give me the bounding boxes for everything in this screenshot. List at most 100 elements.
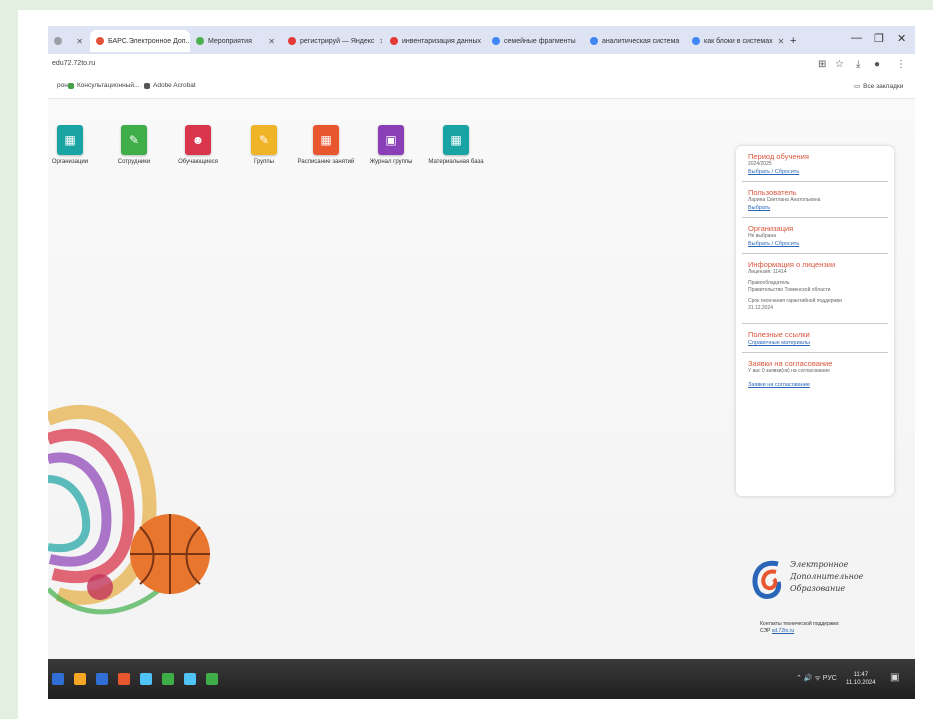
period-value: 2024/2025	[748, 161, 772, 167]
bookmark-item[interactable]: рон	[48, 82, 68, 89]
clock[interactable]: 11:47 11.10.2024	[846, 671, 876, 687]
logo-line-3: Образование	[790, 584, 846, 593]
close-tab-icon[interactable]: ✕	[481, 37, 484, 46]
license-title: Информация о лицензии	[748, 260, 836, 269]
address-bar: edu72.72to.ru ⊞ ☆ ⤓ ● ⋮	[48, 54, 915, 76]
app-tile-label: Сотрудники	[117, 159, 151, 165]
close-window-button[interactable]: ✕	[897, 32, 906, 45]
download-icon[interactable]: ⤓	[856, 59, 860, 70]
close-tab-icon[interactable]: ✕	[576, 37, 582, 46]
clock-time: 11:47	[853, 672, 869, 678]
tab-favicon-icon	[288, 37, 296, 45]
bookmark-label: Консультационный...	[77, 82, 140, 89]
browser-tab[interactable]: семейные фрагменты✕	[486, 30, 582, 52]
approvals-text: У вас 0 заявки(ок) на согласование	[748, 368, 830, 374]
browser-tab[interactable]: ✕	[48, 30, 88, 52]
close-tab-icon[interactable]: ✕	[773, 37, 786, 46]
tab-label: БАРС.Электронное Доп...	[108, 37, 190, 45]
app-tile[interactable]: ▦ Расписание занятий	[296, 125, 356, 166]
app-tile[interactable]: ▦ Материальная база	[426, 125, 486, 166]
support-contacts: Контакты технической поддержки: СЭР sd.7…	[760, 621, 840, 635]
app-tile[interactable]: ✎ Сотрудники	[104, 125, 164, 166]
logo-swirl-icon	[752, 560, 782, 599]
close-tab-icon[interactable]: ✕	[263, 37, 280, 46]
logo-text: Электронное Дополнительное Образование	[790, 559, 863, 595]
period-select-link[interactable]: Выбрать / Сбросить	[748, 168, 888, 176]
bookmark-label: рон	[57, 82, 68, 89]
top-strip	[18, 0, 933, 10]
app-tile[interactable]: ☻ Обучающиеся	[168, 125, 228, 166]
app-tile[interactable]: ▣ Журнал группы	[361, 125, 421, 166]
new-tab-button[interactable]: +	[790, 30, 796, 52]
approvals-title: Заявки на согласование	[748, 359, 833, 368]
decorative-swirl-illustration	[48, 405, 210, 615]
browser-tab[interactable]: аналитическая система✕	[584, 30, 684, 52]
browser-tab[interactable]: Мероприятия ✕	[190, 30, 280, 52]
logo-line-2: Дополнительное	[790, 572, 864, 581]
app-tile-label: Журнал группы	[369, 159, 413, 165]
all-bookmarks-label: Все закладки	[863, 82, 904, 90]
reference-materials-link[interactable]: Справочные материалы	[748, 339, 888, 347]
page-content: ▦ Организации ✎ Сотрудники ☻ Обучающиеся ✎ Груп…	[48, 99, 915, 659]
license-holder: Правительство Тюменской области	[748, 287, 831, 293]
approvals-link[interactable]: Заявки на согласование	[748, 381, 888, 389]
menu-icon[interactable]: ⋮	[896, 59, 906, 70]
taskbar-app-icon[interactable]	[140, 673, 152, 685]
clock-date: 11.10.2024	[846, 680, 876, 686]
translate-icon[interactable]: ⊞	[818, 59, 826, 70]
bookmark-icon	[68, 82, 74, 89]
organization-section: Организация Не выбрана Выбрать / Сбросит…	[742, 218, 888, 254]
app-tile-label: Обучающиеся	[178, 159, 218, 165]
close-tab-icon[interactable]: ✕	[679, 37, 684, 46]
bookmark-star-icon[interactable]: ☆	[835, 59, 844, 70]
tab-favicon-icon	[54, 37, 62, 45]
taskbar-app-icon[interactable]	[162, 673, 174, 685]
user-name: Ларина Светлана Анатольевна	[748, 197, 821, 203]
browser-tab[interactable]: регистрируй — Яндекс✕	[282, 30, 382, 52]
app-tile[interactable]: ▦ Организации	[48, 125, 100, 166]
browser-tab[interactable]: как блоки в системах ✕	[686, 30, 786, 52]
materials-icon: ▦	[443, 125, 469, 155]
organization-select-link[interactable]: Выбрать / Сбросить	[748, 240, 888, 248]
info-panel: Период обучения 2024/2025 Выбрать / Сбро…	[736, 146, 894, 496]
bookmarks-bar: рон Консультационный... Adobe Acrobat ▭ Вс…	[48, 76, 915, 99]
students-icon: ☻	[185, 125, 211, 155]
profile-icon[interactable]: ●	[874, 59, 880, 70]
browser-tab[interactable]: инвентаризация данных✕	[384, 30, 484, 52]
taskbar-app-icon[interactable]	[184, 673, 196, 685]
taskbar-app-icon[interactable]	[118, 673, 130, 685]
logo-line-1: Электронное	[790, 560, 849, 569]
support-prefix: СЭР	[760, 628, 771, 634]
taskbar-app-icon[interactable]	[206, 673, 218, 685]
close-tab-icon[interactable]: ✕	[71, 37, 88, 46]
taskbar-app-icon[interactable]	[96, 673, 108, 685]
period-section: Период обучения 2024/2025 Выбрать / Сбро…	[742, 146, 888, 182]
taskbar-app-icon[interactable]	[74, 673, 86, 685]
all-bookmarks-button[interactable]: ▭ Все закладки	[854, 82, 904, 91]
user-section: Пользователь Ларина Светлана Анатольевна…	[742, 182, 888, 218]
notifications-icon[interactable]: ▣	[890, 672, 899, 683]
close-tab-icon[interactable]: ✕	[374, 37, 382, 46]
browser-tab[interactable]: БАРС.Электронное Доп...✕	[90, 30, 190, 52]
links-title: Полезные ссылки	[748, 330, 810, 339]
restore-button[interactable]: ❐	[874, 32, 884, 45]
schedule-icon: ▦	[313, 125, 339, 155]
system-tray[interactable]: ⌃ 🔊 ᯤ РУС	[796, 674, 837, 683]
journal-icon: ▣	[378, 125, 404, 155]
license-term-label: Срок окончания гарантийной поддержки	[748, 298, 842, 304]
support-link[interactable]: sd.72to.ru	[772, 628, 794, 634]
support-text: Контакты технической поддержки:	[760, 621, 840, 627]
taskbar-app-icon[interactable]	[52, 673, 64, 685]
tab-label: аналитическая система	[602, 37, 680, 45]
app-tile[interactable]: ✎ Группы	[234, 125, 294, 166]
bookmark-item[interactable]: Консультационный...	[68, 82, 139, 89]
app-tile-label: Расписание занятий	[297, 159, 355, 165]
minimize-button[interactable]: —	[851, 32, 862, 44]
tab-label: Мероприятия	[208, 37, 252, 45]
user-select-link[interactable]: Выбрать	[748, 204, 888, 212]
tab-favicon-icon	[196, 37, 204, 45]
url-field[interactable]: edu72.72to.ru	[52, 60, 95, 67]
tab-favicon-icon	[692, 37, 700, 45]
bookmark-item[interactable]: Adobe Acrobat	[144, 82, 196, 89]
edu-logo: Электронное Дополнительное Образование	[748, 554, 888, 614]
